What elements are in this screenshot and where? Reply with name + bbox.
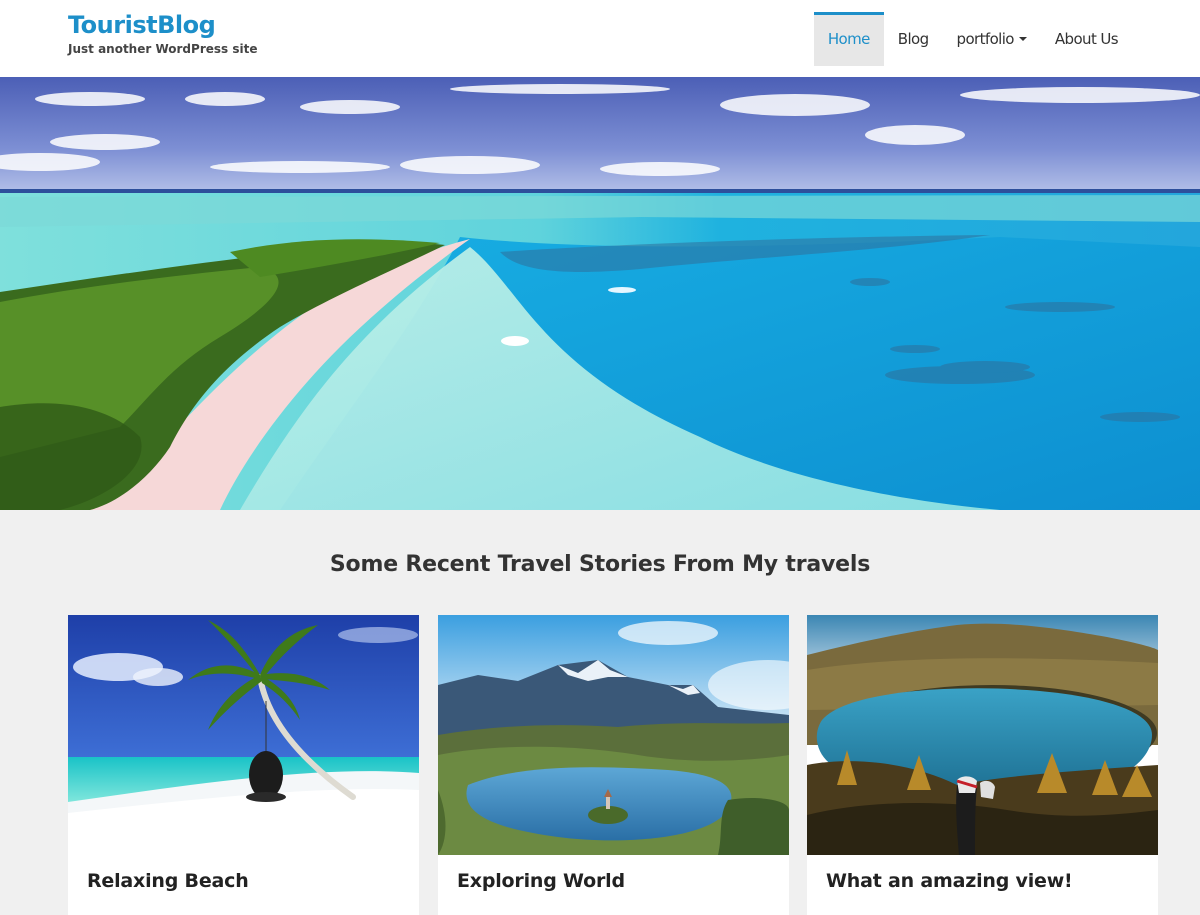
nav-item-label: Home [827, 30, 871, 48]
post-thumbnail-lake-island-image[interactable] [438, 615, 789, 855]
site-tagline: Just another WordPress site [68, 42, 258, 56]
caret-down-icon [1018, 37, 1027, 41]
nav-item-blog[interactable]: Blog [884, 12, 943, 66]
site-branding: TouristBlog Just another WordPress site [68, 10, 257, 57]
nav-item-portfolio[interactable]: portfolio [943, 12, 1041, 66]
post-title[interactable]: Exploring World [457, 870, 625, 892]
post-card[interactable]: Relaxing Beach [68, 615, 419, 915]
post-title[interactable]: What an amazing view! [826, 870, 1073, 892]
nav-item-about-us[interactable]: About Us [1041, 12, 1132, 66]
post-thumbnail-beach-image[interactable] [68, 615, 419, 855]
nav-item-home[interactable]: Home [813, 12, 884, 66]
post-card[interactable]: What an amazing view! [807, 615, 1158, 915]
post-title[interactable]: Relaxing Beach [87, 870, 249, 892]
section-heading: Some Recent Travel Stories From My trave… [329, 552, 871, 577]
hero-banner-image [0, 77, 1200, 510]
nav-item-label: portfolio [956, 30, 1015, 48]
crater-lake-illustration [807, 615, 1158, 855]
beach-aerial-illustration [0, 77, 1200, 510]
main-navigation: Home Blog portfolio About Us [813, 12, 1132, 66]
recent-posts-grid: Relaxing Beach Exploring World What an a… [68, 615, 1158, 915]
nav-item-label: About Us [1054, 30, 1119, 48]
site-title[interactable]: TouristBlog [68, 10, 257, 40]
site-header: TouristBlog Just another WordPress site … [0, 0, 1200, 77]
post-card[interactable]: Exploring World [438, 615, 789, 915]
nav-item-label: Blog [897, 30, 929, 48]
palm-beach-illustration [68, 615, 419, 855]
mountain-lake-illustration [438, 615, 789, 855]
post-thumbnail-crater-lake-image[interactable] [807, 615, 1158, 855]
